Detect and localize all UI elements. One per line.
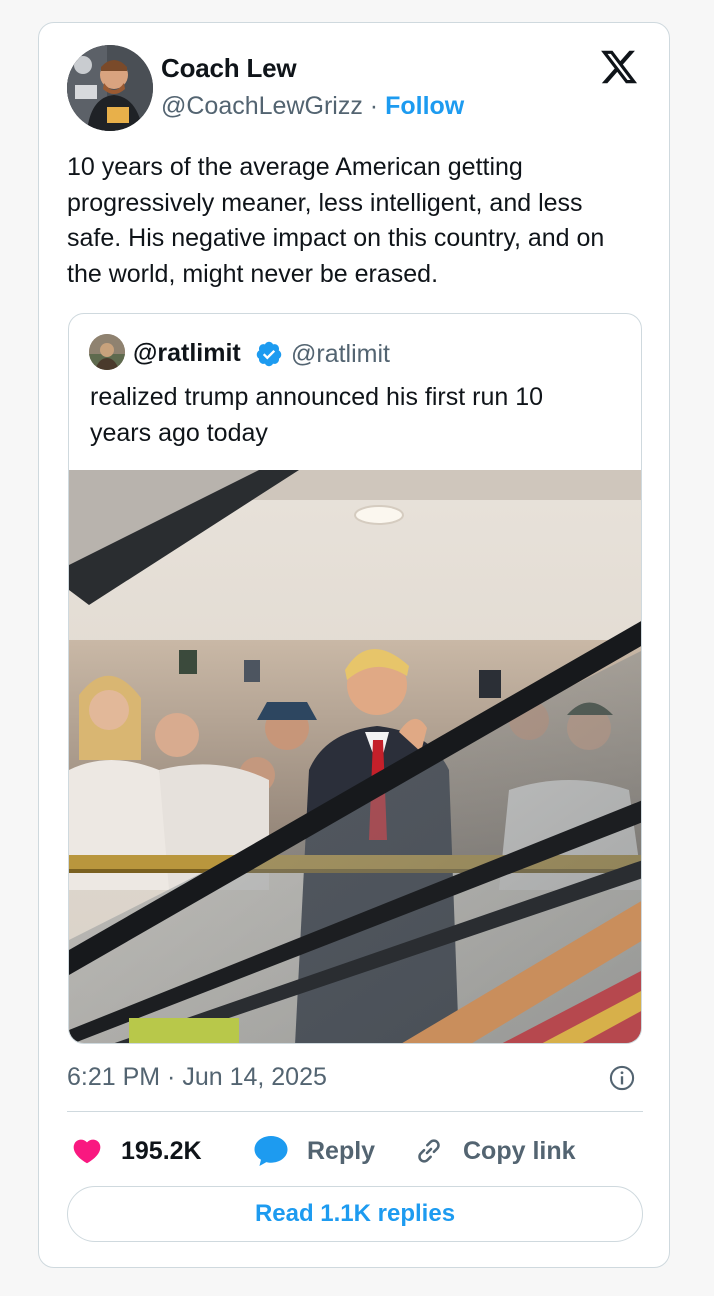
link-icon: [418, 1139, 440, 1163]
quoted-author-avatar[interactable]: [89, 334, 125, 370]
actions-divider: [67, 1111, 643, 1112]
speech-bubble-icon: [254, 1136, 288, 1166]
copy-link-button[interactable]: Copy link: [413, 1133, 576, 1169]
author-avatar[interactable]: [67, 45, 153, 131]
x-logo-icon[interactable]: [599, 47, 639, 87]
quoted-tweet[interactable]: @ratlimit @ratlimit realized trump annou…: [68, 313, 642, 1044]
quoted-tweet-photo[interactable]: [69, 470, 642, 1044]
quoted-author-name[interactable]: @ratlimit: [133, 339, 241, 368]
tweet-timestamp[interactable]: 6:21 PM · Jun 14, 2025: [67, 1063, 327, 1092]
follow-button[interactable]: Follow: [385, 92, 464, 120]
author-handle-line: @CoachLewGrizz · Follow: [161, 92, 464, 121]
handle-separator: ·: [369, 92, 379, 120]
tweet-text: 10 years of the average American getting…: [67, 153, 605, 288]
author-handle[interactable]: @CoachLewGrizz: [161, 92, 363, 120]
like-button[interactable]: 195.2K: [71, 1133, 202, 1169]
copy-link-label: Copy link: [463, 1136, 576, 1165]
heart-icon: [73, 1139, 101, 1164]
like-count: 195.2K: [121, 1136, 202, 1165]
embedded-tweet-card: Coach Lew @CoachLewGrizz · Follow 10 yea…: [38, 22, 670, 1268]
reply-label: Reply: [307, 1136, 376, 1165]
quoted-tweet-text: realized trump announced his first run 1…: [90, 383, 544, 447]
quoted-author-handle[interactable]: @ratlimit: [291, 340, 390, 369]
read-replies-button[interactable]: Read 1.1K replies: [67, 1186, 643, 1242]
reply-button[interactable]: Reply: [253, 1133, 375, 1169]
info-icon[interactable]: [608, 1064, 636, 1092]
author-name[interactable]: Coach Lew: [161, 53, 297, 84]
verified-badge-icon: [256, 341, 282, 367]
